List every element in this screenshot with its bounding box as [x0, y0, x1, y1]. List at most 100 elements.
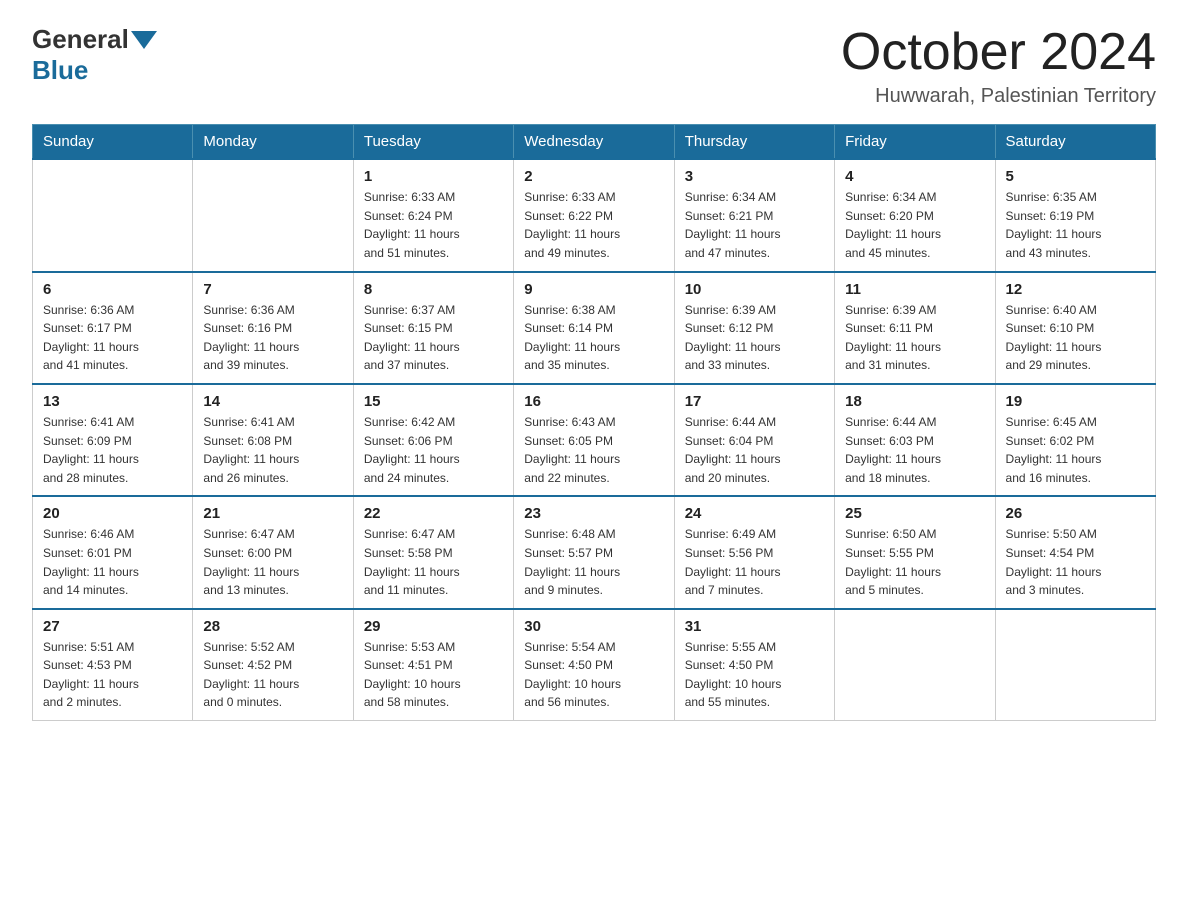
logo: General Blue [32, 24, 157, 86]
calendar-week-row: 27Sunrise: 5:51 AMSunset: 4:53 PMDayligh… [33, 609, 1156, 721]
calendar-day-header: Tuesday [353, 125, 513, 160]
day-info: Sunrise: 6:36 AMSunset: 6:16 PMDaylight:… [203, 301, 342, 375]
location-text: Huwwarah, Palestinian Territory [841, 85, 1156, 108]
day-number: 31 [685, 618, 824, 635]
calendar-day-cell: 13Sunrise: 6:41 AMSunset: 6:09 PMDayligh… [33, 384, 193, 496]
day-info: Sunrise: 6:42 AMSunset: 6:06 PMDaylight:… [364, 413, 503, 487]
day-number: 11 [845, 281, 984, 298]
calendar-table: SundayMondayTuesdayWednesdayThursdayFrid… [32, 124, 1156, 721]
calendar-day-cell: 22 Sunrise: 6:47 AMSunset: 5:58 PMDayligh… [353, 496, 513, 608]
calendar-week-row: 20 Sunrise: 6:46 AMSunset: 6:01 PMDayligh… [33, 496, 1156, 608]
day-number: 29 [364, 618, 503, 635]
calendar-day-cell: 26 Sunrise: 5:50 AMSunset: 4:54 PMDayligh… [995, 496, 1155, 608]
day-info: Sunrise: 6:35 AMSunset: 6:19 PMDaylight:… [1006, 188, 1145, 262]
day-info: Sunrise: 6:47 AMSunset: 5:58 PMDaylight:… [364, 525, 503, 599]
day-number: 24 [685, 505, 824, 522]
calendar-week-row: 6 Sunrise: 6:36 AMSunset: 6:17 PMDaylight… [33, 272, 1156, 384]
day-info: Sunrise: 6:34 AMSunset: 6:21 PMDaylight:… [685, 188, 824, 262]
calendar-day-cell: 11 Sunrise: 6:39 AMSunset: 6:11 PMDayligh… [835, 272, 995, 384]
calendar-day-cell [33, 159, 193, 271]
day-info: Sunrise: 6:43 AMSunset: 6:05 PMDaylight:… [524, 413, 663, 487]
day-info: Sunrise: 5:50 AMSunset: 4:54 PMDaylight:… [1006, 525, 1145, 599]
calendar-day-cell: 2Sunrise: 6:33 AMSunset: 6:22 PMDaylight… [514, 159, 674, 271]
calendar-header-row: SundayMondayTuesdayWednesdayThursdayFrid… [33, 125, 1156, 160]
day-number: 6 [43, 281, 182, 298]
day-number: 7 [203, 281, 342, 298]
calendar-day-cell: 27Sunrise: 5:51 AMSunset: 4:53 PMDayligh… [33, 609, 193, 721]
calendar-day-cell: 29 Sunrise: 5:53 AMSunset: 4:51 PMDayligh… [353, 609, 513, 721]
day-number: 28 [203, 618, 342, 635]
day-number: 30 [524, 618, 663, 635]
calendar-day-cell: 14 Sunrise: 6:41 AMSunset: 6:08 PMDayligh… [193, 384, 353, 496]
day-info: Sunrise: 6:41 AMSunset: 6:08 PMDaylight:… [203, 413, 342, 487]
day-info: Sunrise: 6:34 AMSunset: 6:20 PMDaylight:… [845, 188, 984, 262]
day-number: 5 [1006, 168, 1145, 185]
calendar-day-cell: 28 Sunrise: 5:52 AMSunset: 4:52 PMDayligh… [193, 609, 353, 721]
day-number: 16 [524, 393, 663, 410]
day-info: Sunrise: 5:51 AMSunset: 4:53 PMDaylight:… [43, 638, 182, 712]
calendar-day-cell: 12Sunrise: 6:40 AMSunset: 6:10 PMDayligh… [995, 272, 1155, 384]
calendar-day-cell: 25Sunrise: 6:50 AMSunset: 5:55 PMDayligh… [835, 496, 995, 608]
calendar-day-header: Saturday [995, 125, 1155, 160]
calendar-week-row: 1Sunrise: 6:33 AMSunset: 6:24 PMDaylight… [33, 159, 1156, 271]
calendar-day-cell: 1Sunrise: 6:33 AMSunset: 6:24 PMDaylight… [353, 159, 513, 271]
month-title: October 2024 [841, 24, 1156, 81]
day-number: 13 [43, 393, 182, 410]
calendar-day-cell: 5 Sunrise: 6:35 AMSunset: 6:19 PMDaylight… [995, 159, 1155, 271]
day-number: 15 [364, 393, 503, 410]
calendar-day-cell: 8Sunrise: 6:37 AMSunset: 6:15 PMDaylight… [353, 272, 513, 384]
calendar-day-cell: 24 Sunrise: 6:49 AMSunset: 5:56 PMDayligh… [674, 496, 834, 608]
calendar-day-cell [835, 609, 995, 721]
day-info: Sunrise: 6:47 AMSunset: 6:00 PMDaylight:… [203, 525, 342, 599]
day-number: 10 [685, 281, 824, 298]
day-number: 22 [364, 505, 503, 522]
day-number: 21 [203, 505, 342, 522]
title-block: October 2024 Huwwarah, Palestinian Terri… [841, 24, 1156, 108]
day-number: 18 [845, 393, 984, 410]
day-number: 9 [524, 281, 663, 298]
calendar-day-cell: 17 Sunrise: 6:44 AMSunset: 6:04 PMDayligh… [674, 384, 834, 496]
day-number: 20 [43, 505, 182, 522]
day-number: 14 [203, 393, 342, 410]
page-header: General Blue October 2024 Huwwarah, Pale… [32, 24, 1156, 108]
day-info: Sunrise: 6:50 AMSunset: 5:55 PMDaylight:… [845, 525, 984, 599]
day-number: 3 [685, 168, 824, 185]
day-number: 17 [685, 393, 824, 410]
calendar-day-cell: 10Sunrise: 6:39 AMSunset: 6:12 PMDayligh… [674, 272, 834, 384]
day-number: 4 [845, 168, 984, 185]
calendar-day-header: Friday [835, 125, 995, 160]
calendar-day-cell: 23 Sunrise: 6:48 AMSunset: 5:57 PMDayligh… [514, 496, 674, 608]
day-info: Sunrise: 5:52 AMSunset: 4:52 PMDaylight:… [203, 638, 342, 712]
day-info: Sunrise: 6:48 AMSunset: 5:57 PMDaylight:… [524, 525, 663, 599]
calendar-day-cell: 19Sunrise: 6:45 AMSunset: 6:02 PMDayligh… [995, 384, 1155, 496]
calendar-day-cell [193, 159, 353, 271]
calendar-day-cell: 21 Sunrise: 6:47 AMSunset: 6:00 PMDayligh… [193, 496, 353, 608]
day-info: Sunrise: 6:39 AMSunset: 6:11 PMDaylight:… [845, 301, 984, 375]
day-info: Sunrise: 6:46 AMSunset: 6:01 PMDaylight:… [43, 525, 182, 599]
day-info: Sunrise: 6:36 AMSunset: 6:17 PMDaylight:… [43, 301, 182, 375]
day-info: Sunrise: 6:33 AMSunset: 6:22 PMDaylight:… [524, 188, 663, 262]
calendar-day-header: Thursday [674, 125, 834, 160]
calendar-day-header: Monday [193, 125, 353, 160]
day-info: Sunrise: 5:55 AMSunset: 4:50 PMDaylight:… [685, 638, 824, 712]
day-info: Sunrise: 6:44 AMSunset: 6:03 PMDaylight:… [845, 413, 984, 487]
day-number: 23 [524, 505, 663, 522]
calendar-day-cell: 4 Sunrise: 6:34 AMSunset: 6:20 PMDaylight… [835, 159, 995, 271]
day-info: Sunrise: 6:44 AMSunset: 6:04 PMDaylight:… [685, 413, 824, 487]
logo-triangle-icon [131, 31, 157, 49]
calendar-day-cell [995, 609, 1155, 721]
calendar-day-cell: 15 Sunrise: 6:42 AMSunset: 6:06 PMDayligh… [353, 384, 513, 496]
day-info: Sunrise: 6:49 AMSunset: 5:56 PMDaylight:… [685, 525, 824, 599]
day-info: Sunrise: 6:38 AMSunset: 6:14 PMDaylight:… [524, 301, 663, 375]
day-number: 26 [1006, 505, 1145, 522]
logo-blue-text: Blue [32, 55, 88, 86]
day-info: Sunrise: 5:53 AMSunset: 4:51 PMDaylight:… [364, 638, 503, 712]
day-info: Sunrise: 6:40 AMSunset: 6:10 PMDaylight:… [1006, 301, 1145, 375]
calendar-day-cell: 31 Sunrise: 5:55 AMSunset: 4:50 PMDayligh… [674, 609, 834, 721]
calendar-day-header: Sunday [33, 125, 193, 160]
day-info: Sunrise: 6:37 AMSunset: 6:15 PMDaylight:… [364, 301, 503, 375]
calendar-day-cell: 16 Sunrise: 6:43 AMSunset: 6:05 PMDayligh… [514, 384, 674, 496]
day-info: Sunrise: 5:54 AMSunset: 4:50 PMDaylight:… [524, 638, 663, 712]
calendar-day-header: Wednesday [514, 125, 674, 160]
calendar-day-cell: 9 Sunrise: 6:38 AMSunset: 6:14 PMDaylight… [514, 272, 674, 384]
